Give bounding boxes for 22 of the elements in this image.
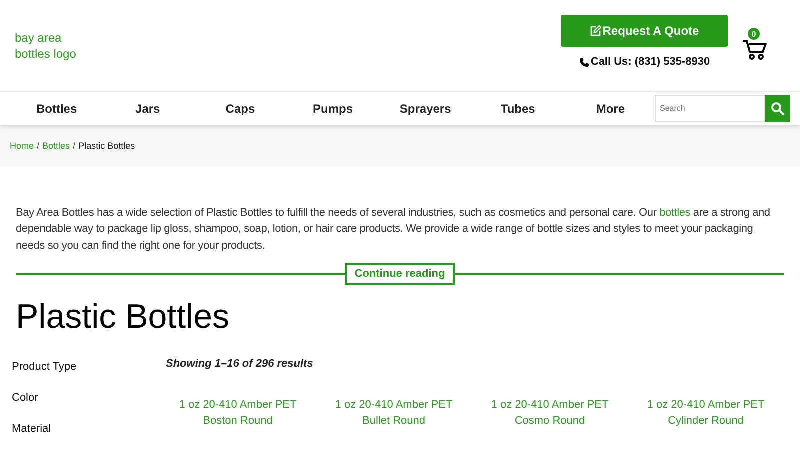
product-link[interactable]: 1 oz 20-410 Amber PET Bullet Round (316, 396, 472, 429)
cart-icon[interactable] (742, 38, 768, 62)
page-heading: Plastic Bottles (16, 296, 231, 337)
result-count: Showing 1–16 of 296 results (166, 356, 314, 370)
search-button[interactable] (765, 95, 790, 122)
request-quote-button[interactable]: Request A Quote (561, 15, 728, 47)
cart-count-badge: 0 (748, 28, 760, 40)
logo-text[interactable]: bay area bottles logo (15, 30, 95, 62)
intro-paragraph: Bay Area Bottles has a wide selection of Plastic Bottles to fulfill the needs of several industries, such as cosmetics and personal care. Our bottles are a strong and dependable way to package lip gloss, shampoo, soap, lotion, or hair care products. We provide a wide range of bottle sizes and styles to meet your packaging needs so you can find the right one for your products. (16, 206, 772, 254)
search-field[interactable]: Search (655, 95, 765, 122)
continue-reading-button[interactable]: Continue reading (345, 262, 455, 285)
phone-number[interactable]: Call Us: (831) 535-8930 (590, 56, 710, 68)
search-icon (770, 102, 784, 116)
product-link[interactable]: 1 oz 20-410 Amber PET Cylinder Round (628, 396, 784, 429)
product-link[interactable]: 1 oz 20-410 Amber PET Cosmo Round (472, 396, 628, 429)
breadcrumb-separator: / (73, 141, 76, 151)
current-page-label: Plastic Bottles (78, 141, 136, 151)
edit-icon (590, 25, 602, 37)
phone-icon (578, 56, 590, 68)
breadcrumb-separator: / (37, 141, 40, 151)
bottles-link[interactable]: bottles (660, 207, 691, 219)
filter-heading[interactable]: Product Type (12, 354, 166, 386)
